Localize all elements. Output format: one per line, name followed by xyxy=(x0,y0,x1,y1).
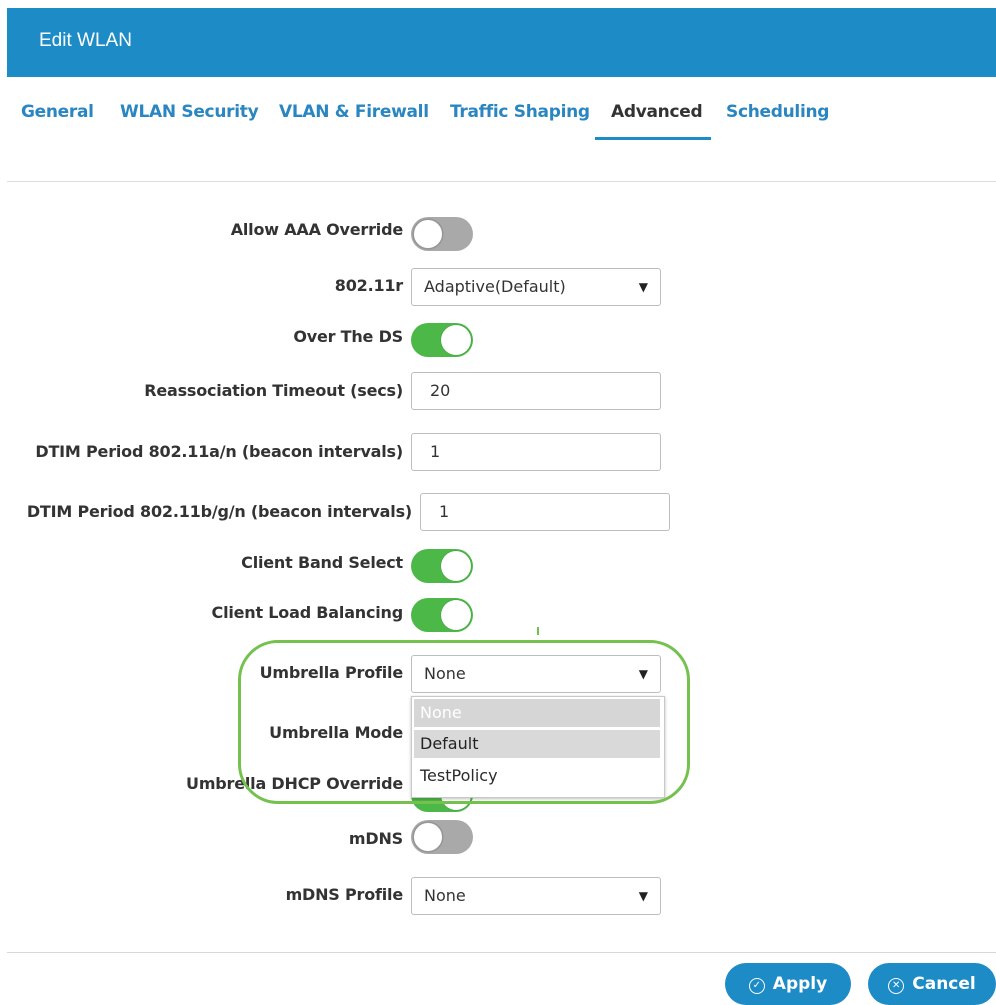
check-circle-icon: ✓ xyxy=(748,978,765,994)
toggle-knob xyxy=(441,325,471,355)
allow-aaa-override-label: Allow AAA Override xyxy=(230,220,403,239)
dot11r-label: 802.11r xyxy=(334,276,403,295)
footer-divider xyxy=(7,952,996,953)
client-band-select-label: Client Band Select xyxy=(241,553,403,572)
chevron-down-icon: ▼ xyxy=(638,889,648,903)
dialog-title: Edit WLAN xyxy=(39,30,132,51)
toggle-knob xyxy=(441,551,471,581)
dtim-bgn-input[interactable]: 1 xyxy=(420,493,670,531)
mdns-toggle[interactable] xyxy=(411,820,473,854)
tab-bar: General WLAN Security VLAN & Firewall Tr… xyxy=(7,77,996,182)
over-the-ds-toggle[interactable] xyxy=(411,323,473,357)
mdns-profile-select[interactable]: None ▼ xyxy=(411,877,661,915)
dtim-an-input[interactable]: 1 xyxy=(411,433,661,471)
tab-scheduling[interactable]: Scheduling xyxy=(726,102,829,122)
highlight-mark xyxy=(537,627,539,635)
tab-traffic-shaping[interactable]: Traffic Shaping xyxy=(450,102,590,122)
dot11r-select[interactable]: Adaptive(Default) ▼ xyxy=(411,268,661,306)
tab-advanced[interactable]: Advanced xyxy=(611,102,703,122)
edit-wlan-dialog: Edit WLAN General WLAN Security VLAN & F… xyxy=(7,8,996,1005)
active-tab-indicator xyxy=(595,137,711,140)
over-the-ds-label: Over The DS xyxy=(293,327,403,346)
cancel-button-label: Cancel xyxy=(912,974,976,994)
tab-wlan-security[interactable]: WLAN Security xyxy=(120,102,259,122)
apply-button-label: Apply xyxy=(772,974,828,994)
dtim-bgn-label: DTIM Period 802.11b/g/n (beacon interval… xyxy=(26,502,412,521)
mdns-profile-label: mDNS Profile xyxy=(285,885,404,904)
toggle-knob xyxy=(413,219,443,249)
toggle-knob xyxy=(441,600,471,630)
dtim-an-label: DTIM Period 802.11a/n (beacon intervals) xyxy=(35,442,403,461)
client-band-select-toggle[interactable] xyxy=(411,549,473,583)
allow-aaa-override-toggle[interactable] xyxy=(411,217,473,251)
apply-button[interactable]: ✓ Apply xyxy=(725,963,851,1005)
tab-vlan-firewall[interactable]: VLAN & Firewall xyxy=(279,102,429,122)
client-load-balancing-label: Client Load Balancing xyxy=(211,603,404,622)
client-load-balancing-toggle[interactable] xyxy=(411,598,473,632)
chevron-down-icon: ▼ xyxy=(638,280,648,294)
dialog-header: Edit WLAN xyxy=(7,8,996,77)
dot11r-value: Adaptive(Default) xyxy=(424,277,566,296)
annotation-highlight xyxy=(238,640,690,804)
mdns-profile-value: None xyxy=(424,886,466,905)
toggle-knob xyxy=(413,822,443,852)
cancel-button[interactable]: ✕ Cancel xyxy=(868,963,996,1005)
mdns-label: mDNS xyxy=(348,829,403,848)
tab-general[interactable]: General xyxy=(21,102,94,122)
close-circle-icon: ✕ xyxy=(888,978,905,994)
reassociation-timeout-label: Reassociation Timeout (secs) xyxy=(144,381,403,400)
reassociation-timeout-input[interactable]: 20 xyxy=(411,372,661,410)
